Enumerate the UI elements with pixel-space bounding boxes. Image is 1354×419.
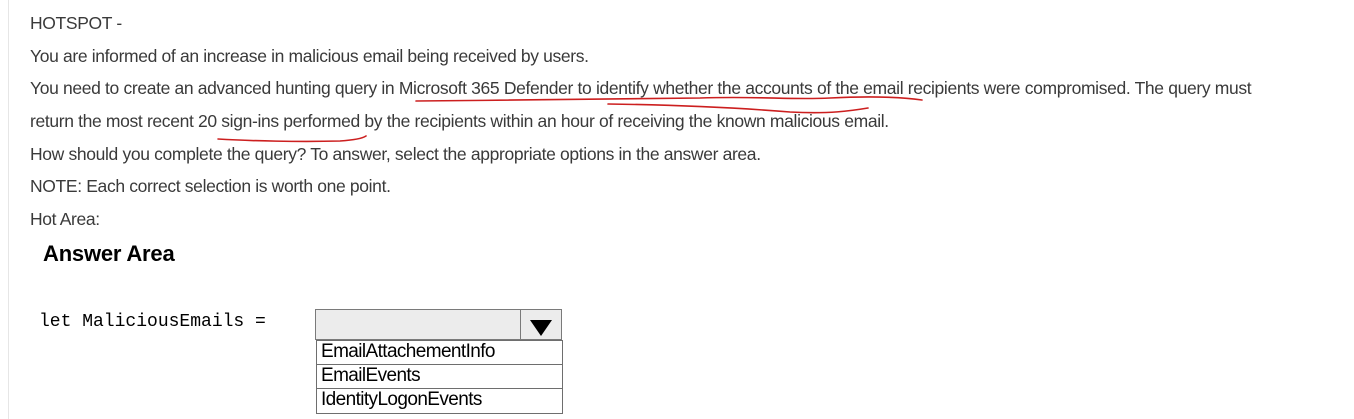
red-underline-mark xyxy=(217,135,367,143)
question-paragraph: You need to create an advanced hunting q… xyxy=(30,78,1252,98)
dropdown-toggle-button[interactable] xyxy=(520,310,561,339)
query-code-label: let MaliciousEmails = xyxy=(39,312,266,332)
dropdown-option[interactable]: IdentityLogonEvents xyxy=(317,389,562,413)
question-paragraph: You are informed of an increase in malic… xyxy=(30,46,589,66)
question-heading: HOTSPOT - xyxy=(30,13,122,33)
triangle-down-icon xyxy=(530,320,552,336)
answer-area-title: Answer Area xyxy=(43,241,175,266)
dropdown-option[interactable]: EmailEvents xyxy=(317,365,562,389)
dropdown-options-list: EmailAttachementInfo EmailEvents Identit… xyxy=(316,340,563,414)
question-paragraph: return the most recent 20 sign-ins perfo… xyxy=(30,111,889,131)
dropdown-option[interactable]: EmailAttachementInfo xyxy=(317,341,562,365)
table-select-dropdown[interactable] xyxy=(315,309,562,340)
question-paragraph: NOTE: Each correct selection is worth on… xyxy=(30,176,391,196)
question-paragraph: Hot Area: xyxy=(30,209,100,229)
left-border-rule xyxy=(8,0,9,419)
question-paragraph: How should you complete the query? To an… xyxy=(30,144,761,164)
